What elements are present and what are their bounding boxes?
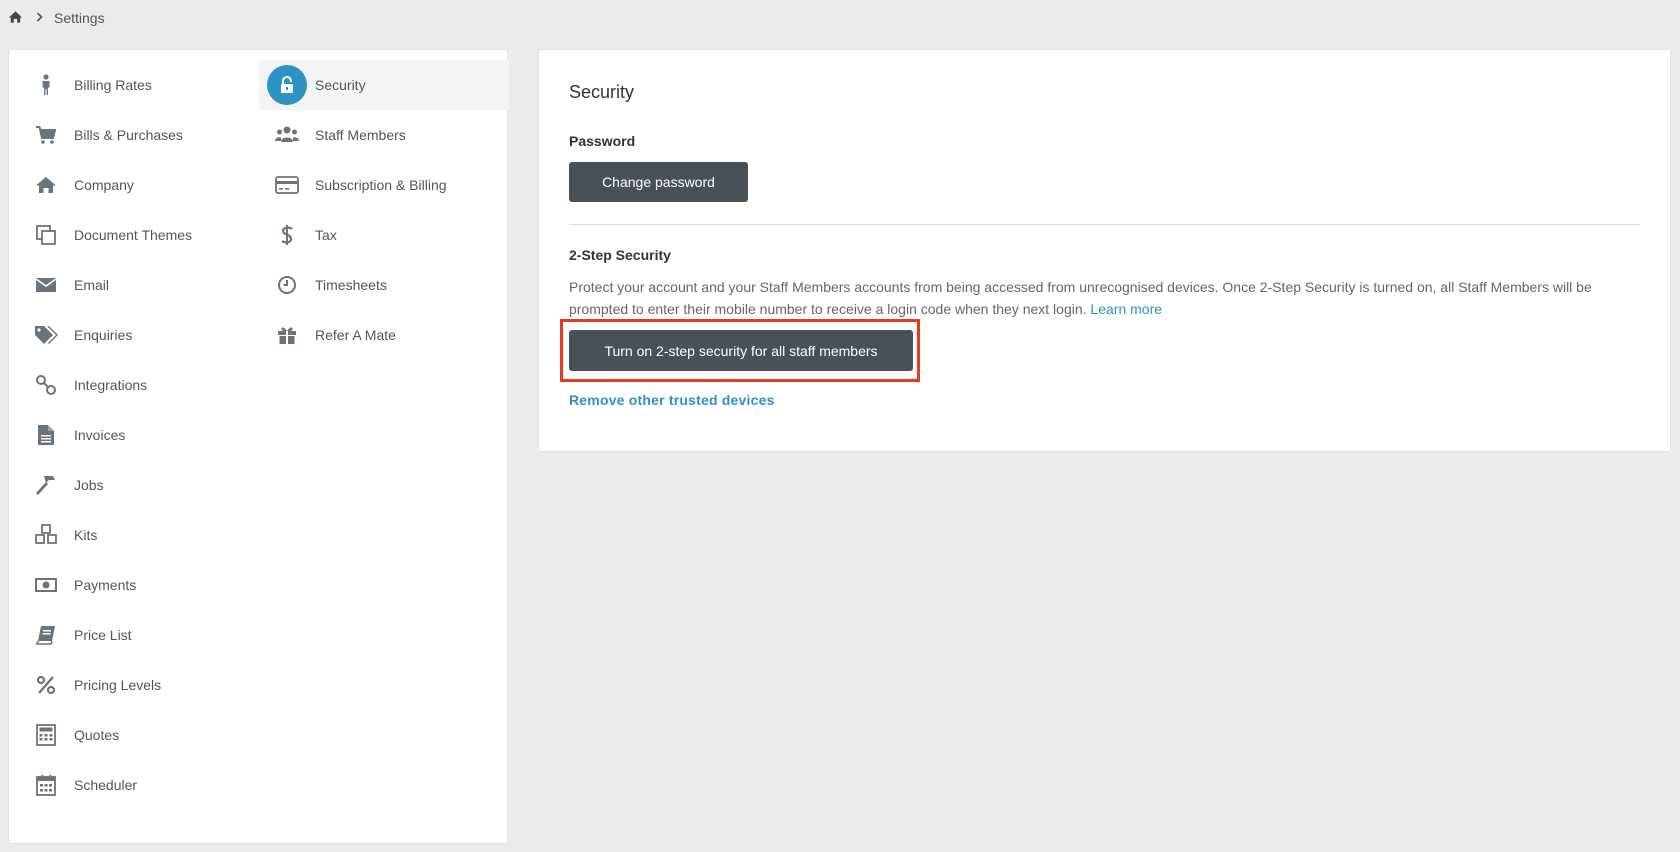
chevron-right-icon bbox=[36, 12, 44, 24]
menu-item-refer-a-mate[interactable]: Refer A Mate bbox=[259, 310, 509, 360]
enable-two-step-button[interactable]: Turn on 2-step security for all staff me… bbox=[569, 330, 913, 371]
menu-label: Kits bbox=[74, 527, 98, 543]
breadcrumb-current: Settings bbox=[54, 10, 105, 26]
menu-item-document-themes[interactable]: Document Themes bbox=[9, 210, 259, 260]
menu-item-pricing-levels[interactable]: Pricing Levels bbox=[9, 660, 259, 710]
link-icon bbox=[26, 365, 66, 405]
menu-label: Timesheets bbox=[315, 277, 387, 293]
menu-item-billing-rates[interactable]: Billing Rates bbox=[9, 60, 259, 110]
breadcrumb: Settings bbox=[8, 8, 105, 28]
menu-label: Price List bbox=[74, 627, 132, 643]
menu-label: Company bbox=[74, 177, 134, 193]
cart-icon bbox=[26, 115, 66, 155]
password-label: Password bbox=[569, 133, 636, 149]
menu-item-security[interactable]: Security bbox=[259, 60, 509, 110]
change-password-button[interactable]: Change password bbox=[569, 162, 748, 202]
menu-label: Quotes bbox=[74, 727, 120, 743]
percent-icon bbox=[26, 665, 66, 705]
two-step-security-label: 2-Step Security bbox=[569, 247, 671, 263]
menu-item-invoices[interactable]: Invoices bbox=[9, 410, 259, 460]
menu-item-tax[interactable]: Tax bbox=[259, 210, 509, 260]
home-icon[interactable] bbox=[8, 10, 24, 26]
tags-icon bbox=[26, 315, 66, 355]
two-step-description-text: Protect your account and your Staff Memb… bbox=[569, 279, 1592, 317]
page-title: Security bbox=[569, 82, 635, 102]
settings-menu-column-1: Billing Rates Bills & Purchases Company … bbox=[9, 60, 259, 810]
cubes-icon bbox=[26, 515, 66, 555]
menu-label: Jobs bbox=[74, 477, 104, 493]
envelope-icon bbox=[26, 265, 66, 305]
menu-label: Billing Rates bbox=[74, 77, 152, 93]
menu-item-kits[interactable]: Kits bbox=[9, 510, 259, 560]
two-step-description: Protect your account and your Staff Memb… bbox=[569, 276, 1642, 320]
menu-label: Subscription & Billing bbox=[315, 177, 447, 193]
dollar-icon bbox=[267, 215, 307, 255]
menu-item-enquiries[interactable]: Enquiries bbox=[9, 310, 259, 360]
credit-card-icon bbox=[267, 165, 307, 205]
money-icon bbox=[26, 565, 66, 605]
users-icon bbox=[267, 115, 307, 155]
menu-item-email[interactable]: Email bbox=[9, 260, 259, 310]
hammer-icon bbox=[26, 465, 66, 505]
menu-item-price-list[interactable]: Price List bbox=[9, 610, 259, 660]
menu-label: Scheduler bbox=[74, 777, 138, 793]
menu-label: Invoices bbox=[74, 427, 126, 443]
learn-more-link[interactable]: Learn more bbox=[1090, 301, 1162, 317]
menu-item-bills-purchases[interactable]: Bills & Purchases bbox=[9, 110, 259, 160]
settings-menu-column-2: Security Staff Members Subscription & Bi… bbox=[259, 60, 509, 360]
calendar-icon bbox=[26, 765, 66, 805]
clock-icon bbox=[267, 265, 307, 305]
menu-item-jobs[interactable]: Jobs bbox=[9, 460, 259, 510]
divider bbox=[569, 224, 1640, 225]
menu-item-scheduler[interactable]: Scheduler bbox=[9, 760, 259, 810]
menu-label: Refer A Mate bbox=[315, 327, 396, 343]
remove-trusted-devices-link[interactable]: Remove other trusted devices bbox=[569, 392, 775, 408]
file-icon bbox=[26, 415, 66, 455]
menu-label: Bills & Purchases bbox=[74, 127, 183, 143]
menu-item-payments[interactable]: Payments bbox=[9, 560, 259, 610]
settings-menu: Billing Rates Bills & Purchases Company … bbox=[8, 49, 509, 844]
menu-item-timesheets[interactable]: Timesheets bbox=[259, 260, 509, 310]
menu-label: Pricing Levels bbox=[74, 677, 162, 693]
unlock-icon bbox=[267, 65, 307, 105]
menu-label: Document Themes bbox=[74, 227, 193, 243]
menu-item-subscription-billing[interactable]: Subscription & Billing bbox=[259, 160, 509, 210]
menu-label: Security bbox=[315, 77, 366, 93]
security-card: Security Password Change password 2-Step… bbox=[538, 49, 1671, 452]
menu-item-staff-members[interactable]: Staff Members bbox=[259, 110, 509, 160]
menu-label: Integrations bbox=[74, 377, 148, 393]
menu-item-integrations[interactable]: Integrations bbox=[9, 360, 259, 410]
menu-item-company[interactable]: Company bbox=[9, 160, 259, 210]
menu-label: Enquiries bbox=[74, 327, 133, 343]
copy-icon bbox=[26, 215, 66, 255]
person-icon bbox=[26, 65, 66, 105]
calculator-icon bbox=[26, 715, 66, 755]
menu-label: Email bbox=[74, 277, 110, 293]
menu-label: Payments bbox=[74, 577, 137, 593]
gift-icon bbox=[267, 315, 307, 355]
menu-label: Staff Members bbox=[315, 127, 406, 143]
menu-item-quotes[interactable]: Quotes bbox=[9, 710, 259, 760]
home-icon bbox=[26, 165, 66, 205]
book-icon bbox=[26, 615, 66, 655]
menu-label: Tax bbox=[315, 227, 337, 243]
